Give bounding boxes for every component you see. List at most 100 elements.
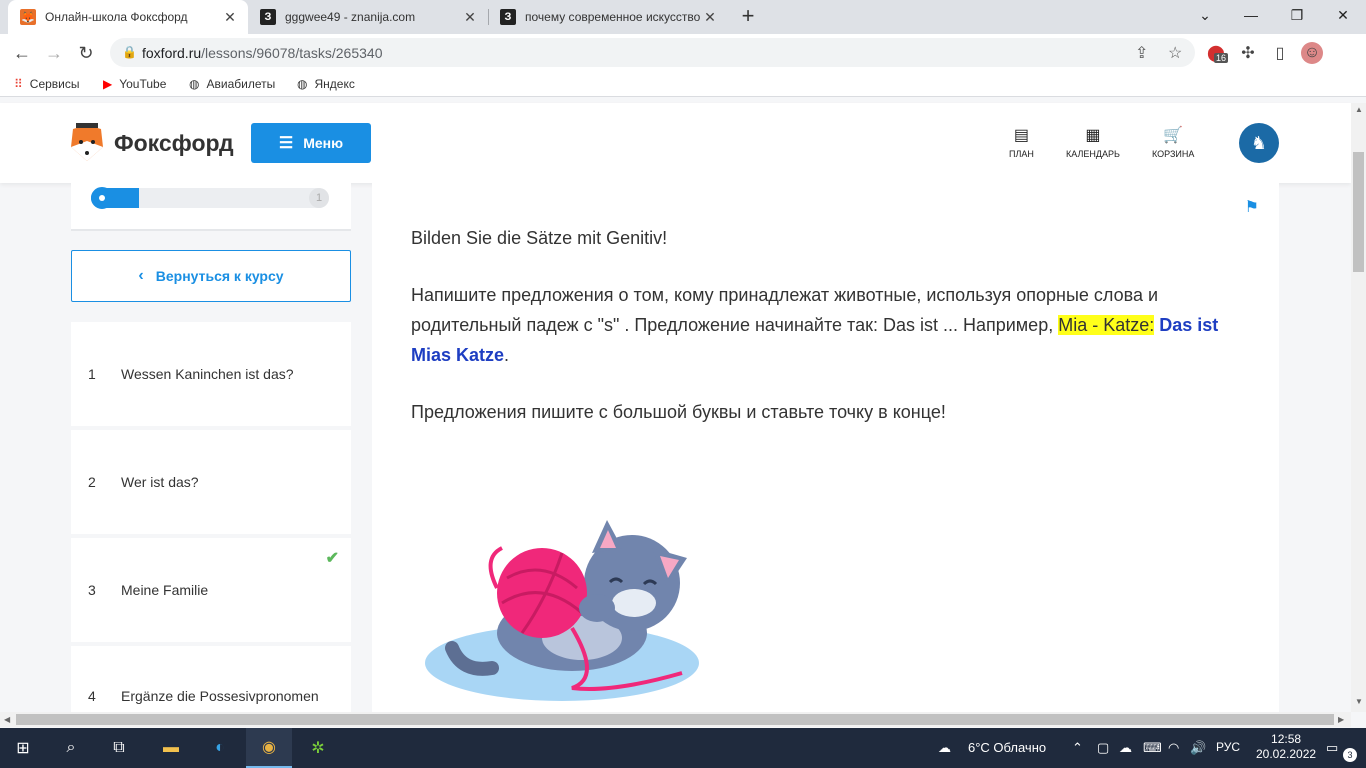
notification-icon[interactable]: ▭ [1326,740,1338,756]
apps-grid-icon: ⠿ [14,77,23,91]
close-icon[interactable]: ✕ [702,9,718,25]
task-card: ⚑ Bilden Sie die Sätze mit Genitiv! Напи… [372,183,1279,713]
nav-cart[interactable]: 🛒 КОРЗИНА [1152,125,1194,159]
znanija-icon: З [500,9,516,25]
volume-icon[interactable]: 🔊 [1190,740,1206,756]
cat-avatar-icon: ♞ [1250,132,1268,153]
logo-text: Фоксфорд [114,129,234,156]
calendar-icon: ▦ [1085,127,1101,144]
example-highlight: Mia - Katze: [1058,315,1155,335]
side-panel-icon[interactable]: ▯ [1269,42,1291,64]
file-explorer-icon[interactable]: ▬ [148,728,194,768]
site-logo[interactable]: Фоксфорд [70,123,234,163]
lesson-item[interactable]: 3 Meine Familie ✔ [71,538,351,642]
tab-title: почему современное искусство [525,10,701,24]
lesson-number: 4 [88,688,96,704]
weather-text[interactable]: 6°C Облачно [968,740,1046,755]
instruction-end: . [504,345,510,365]
reload-icon[interactable]: ↻ [74,41,98,65]
menu-button[interactable]: ☰ Меню [251,123,371,163]
tab-title: gggwee49 - znanija.com [285,10,416,24]
device-icon[interactable]: ▢ [1097,740,1109,756]
windows-taskbar: ⊞ ⌕ ⧉ ▬ ◐ ◉ ✲ ☁ 6°C Облачно ⌃ ▢ ☁ ⌨ ◠ 🔊 … [0,728,1366,768]
horizontal-scroll-thumb[interactable] [16,714,1334,725]
search-icon[interactable]: ⌕ [48,728,94,768]
notification-count: 3 [1343,748,1357,762]
bookmark-youtube[interactable]: ▶ YouTube [103,77,166,91]
lesson-number: 3 [88,582,96,598]
nav-calendar[interactable]: ▦ КАЛЕНДАРЬ [1066,125,1120,159]
weather-icon[interactable]: ☁ [938,740,951,756]
back-to-course-button[interactable]: ‹ Вернуться к курсу [71,250,351,302]
url-path: /lessons/96078/tasks/265340 [201,45,383,61]
lesson-item[interactable]: 4 Ergänze die Possesivpronomen [71,646,351,712]
youtube-icon: ▶ [103,77,113,91]
scroll-down-icon[interactable]: ▼ [1355,697,1363,706]
keyboard-icon[interactable]: ⌨ [1143,740,1162,756]
progress-end-label: 1 [309,188,329,208]
chevron-left-icon: ‹ [138,267,144,284]
bookmark-star-icon[interactable]: ☆ [1168,43,1182,63]
bookmark-yandex[interactable]: ◍ Яндекс [297,77,355,91]
share-icon[interactable]: ⇪ [1135,43,1148,63]
fox-logo-icon [71,123,103,161]
tab-search-icon[interactable]: ⌄ [1182,0,1228,30]
address-bar[interactable]: 🔒 foxford.ru/lessons/96078/tasks/265340 … [110,38,1195,67]
progress-track: 1 [91,187,329,209]
onedrive-icon[interactable]: ☁ [1119,740,1132,756]
checkmark-icon: ✔ [325,550,339,567]
clock[interactable]: 12:58 20.02.2022 [1256,732,1316,762]
nav-plan[interactable]: ▤ ПЛАН [1009,125,1034,159]
lesson-number: 1 [88,366,96,382]
language-indicator[interactable]: РУС [1216,740,1240,754]
close-icon[interactable]: ✕ [462,9,478,25]
bookmark-label: Авиабилеты [206,77,276,91]
close-window-icon[interactable]: ✕ [1320,0,1366,30]
scroll-up-icon[interactable]: ▲ [1355,105,1363,114]
site-header: Фоксфорд ☰ Меню ▤ ПЛАН ▦ КАЛЕНДАРЬ 🛒 КОР… [0,103,1351,183]
chrome-icon[interactable]: ◉ [246,728,292,768]
forward-icon[interactable]: → [42,41,66,65]
vertical-scroll-thumb[interactable] [1353,152,1364,272]
minimize-icon[interactable]: — [1228,0,1274,30]
lesson-item[interactable]: 2 Wer ist das? [71,430,351,534]
bookmark-aviabilety[interactable]: ◍ Авиабилеты [189,77,275,91]
chevron-up-icon[interactable]: ⌃ [1072,740,1083,756]
globe-icon: ◍ [189,77,200,91]
close-icon[interactable]: ✕ [222,9,238,25]
profile-avatar-icon[interactable]: ☺ [1301,42,1323,64]
tab-foxford[interactable]: 🦊 Онлайн-школа Фоксфорд ✕ [8,0,248,34]
flag-icon[interactable]: ⚑ [1245,197,1259,217]
user-avatar[interactable]: ♞ [1239,123,1279,163]
url-host: foxford.ru [142,45,202,61]
tab-znanija-2[interactable]: З почему современное искусство ✕ [488,0,728,34]
lock-icon: 🔒 [122,45,137,59]
restore-icon[interactable]: ❐ [1274,0,1320,30]
edge-icon[interactable]: ◐ [197,728,243,768]
clock-date: 20.02.2022 [1256,747,1317,761]
cart-icon: 🛒 [1163,127,1184,144]
new-tab-icon[interactable]: + [737,5,759,27]
wifi-icon[interactable]: ◠ [1168,740,1179,756]
cat-with-yarn-illustration [425,520,699,701]
windows-start-icon[interactable]: ⊞ [0,728,46,768]
scroll-right-icon[interactable]: ▶ [1338,715,1344,724]
back-icon[interactable]: ← [10,41,34,65]
plan-icon: ▤ [1013,127,1029,144]
url-text[interactable]: foxford.ru/lessons/96078/tasks/265340 [142,45,383,61]
extensions-puzzle-icon[interactable]: ✣ [1237,42,1259,64]
scroll-left-icon[interactable]: ◀ [4,715,10,724]
lesson-title: Meine Familie [121,582,209,598]
task-view-icon[interactable]: ⧉ [96,728,142,768]
app-icon[interactable]: ✲ [295,728,341,768]
lesson-title: Ergänze die Possesivpronomen [121,688,319,704]
list-icon: ☰ [278,135,294,152]
task-note: Предложения пишите с большой буквы и ста… [411,402,946,422]
globe-icon: ◍ [297,77,308,91]
lesson-item[interactable]: 1 Wessen Kaninchen ist das? [71,322,351,426]
browser-tab-strip: 🦊 Онлайн-школа Фоксфорд ✕ З gggwee49 - z… [0,0,1366,34]
bookmark-services[interactable]: ⠿ Сервисы [14,77,80,91]
nav-label: КАЛЕНДАРЬ [1066,149,1120,159]
tab-znanija[interactable]: З gggwee49 - znanija.com ✕ [248,0,488,34]
bookmark-label: Сервисы [29,77,80,91]
